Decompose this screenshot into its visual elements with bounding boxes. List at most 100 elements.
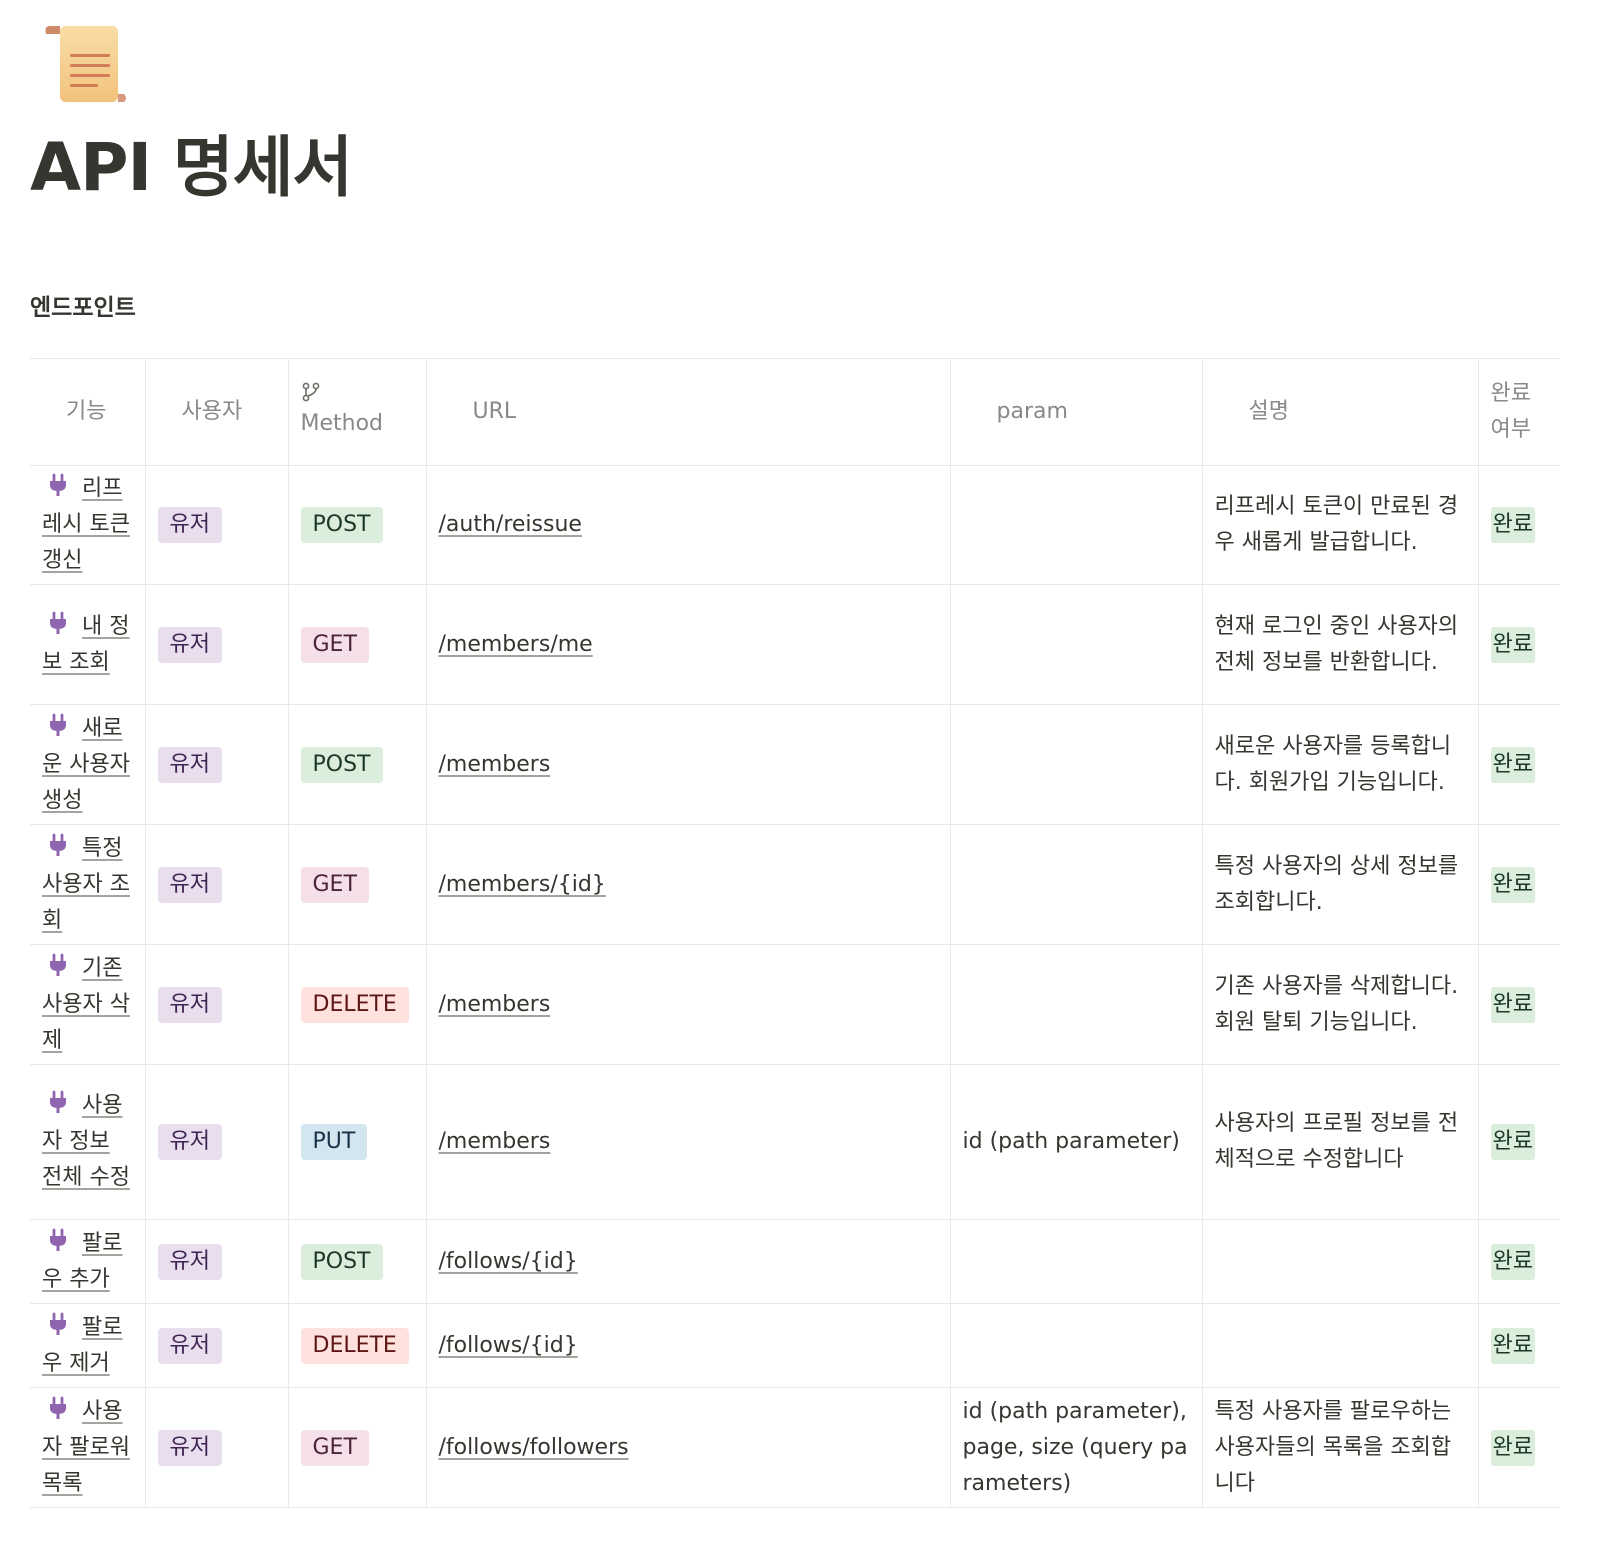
url-cell[interactable]: /members [425,704,951,825]
description-cell[interactable]: 기존 사용자를 삭제합니다. 회원 탈퇴 기능입니다. [1201,944,1479,1065]
done-cell[interactable]: 완료 [1477,1303,1560,1388]
user-cell[interactable]: 유저 [144,1303,289,1388]
param-cell[interactable] [949,584,1203,705]
url-link[interactable]: /members [439,752,551,777]
column-header-user[interactable]: 사용자 [144,358,289,466]
description-cell[interactable] [1201,1303,1479,1388]
column-header-done[interactable]: 완료 여부 [1477,358,1560,466]
column-header-url[interactable]: URL [425,358,951,466]
url-link[interactable]: /members/me [439,632,593,657]
feature-cell[interactable]: 리프레시 토큰 갱신 [30,465,146,585]
method-cell[interactable]: DELETE [287,944,427,1065]
url-cell[interactable]: /follows/{id} [425,1219,951,1304]
section-heading: 엔드포인트 [30,295,136,321]
param-cell[interactable]: id (path parameter) [949,1064,1203,1220]
feature-cell[interactable]: 내 정보 조회 [30,584,146,705]
param-cell[interactable] [949,704,1203,825]
param-cell[interactable] [949,824,1203,945]
select-icon [158,405,172,419]
table-row[interactable]: 내 정보 조회 유저 GET/members/me 현재 로그인 중인 사용자의 전체… [30,584,1560,705]
method-cell[interactable]: POST [287,465,427,585]
url-link[interactable]: /follows/{id} [439,1333,578,1358]
table-row[interactable]: 새로운 사용자 생성 유저 POST/members 새로운 사용자를 등록합니다. … [30,704,1560,825]
column-header-feature[interactable]: 기능 [30,358,146,466]
feature-cell[interactable]: 팔로우 추가 [30,1219,146,1304]
done-cell[interactable]: 완료 [1477,1064,1560,1220]
user-tag: 유저 [157,1243,222,1280]
description-cell[interactable]: 리프레시 토큰이 만료된 경우 새롭게 발급합니다. [1201,465,1479,585]
user-cell[interactable]: 유저 [144,1064,289,1220]
table-row[interactable]: 팔로우 제거 유저 DELETE/follows/{id} 완료 [30,1303,1560,1388]
url-link[interactable]: /auth/reissue [439,512,582,537]
done-tag: 완료 [1490,1327,1535,1364]
table-row[interactable]: 리프레시 토큰 갱신 유저 POST/auth/reissue 리프레시 토큰이 만료… [30,465,1560,585]
method-cell[interactable]: POST [287,1219,427,1304]
feature-cell[interactable]: 사용자 팔로워 목록 [30,1387,146,1508]
done-cell[interactable]: 완료 [1477,824,1560,945]
text-icon [42,405,56,419]
done-tag: 완료 [1490,1429,1535,1466]
url-cell[interactable]: /members [425,1064,951,1220]
table-row[interactable]: 사용자 정보 전체 수정 유저 PUT/members id (path parame… [30,1064,1560,1220]
param-cell[interactable] [949,944,1203,1065]
url-link[interactable]: /follows/followers [439,1435,629,1460]
user-tag: 유저 [157,507,222,543]
method-cell[interactable]: GET [287,584,427,705]
description-cell[interactable]: 현재 로그인 중인 사용자의 전체 정보를 반환합니다. [1201,584,1479,705]
table-row[interactable]: 사용자 팔로워 목록 유저 GET/follows/followers id (pat… [30,1387,1560,1508]
page-title[interactable]: API 명세서 [30,120,353,216]
user-cell[interactable]: 유저 [144,944,289,1065]
user-cell[interactable]: 유저 [144,1387,289,1508]
url-link[interactable]: /follows/{id} [439,1249,578,1274]
scroll-icon[interactable] [44,22,130,108]
param-cell[interactable]: id (path parameter), page, size (query p… [949,1387,1203,1508]
method-cell[interactable]: PUT [287,1064,427,1220]
done-cell[interactable]: 완료 [1477,465,1560,585]
user-cell[interactable]: 유저 [144,465,289,585]
param-cell[interactable] [949,1219,1203,1304]
column-header-description[interactable]: 설명 [1201,358,1479,466]
description-cell[interactable]: 특정 사용자의 상세 정보를 조회합니다. [1201,824,1479,945]
method-cell[interactable]: POST [287,704,427,825]
method-cell[interactable]: GET [287,824,427,945]
text-icon [963,405,987,419]
url-cell[interactable]: /members/me [425,584,951,705]
column-header-method[interactable]: Method [287,358,427,466]
done-cell[interactable]: 완료 [1477,944,1560,1065]
done-cell[interactable]: 완료 [1477,1387,1560,1508]
feature-cell[interactable]: 팔로우 제거 [30,1303,146,1388]
feature-cell[interactable]: 특정 사용자 조회 [30,824,146,945]
table-row[interactable]: 기존 사용자 삭제 유저 DELETE/members 기존 사용자를 삭제합니다. … [30,944,1560,1065]
url-cell[interactable]: /members [425,944,951,1065]
url-cell[interactable]: /follows/followers [425,1387,951,1508]
url-link[interactable]: /members [439,1129,551,1154]
url-link[interactable]: /members [439,992,551,1017]
method-cell[interactable]: DELETE [287,1303,427,1388]
description-cell[interactable] [1201,1219,1479,1304]
url-link[interactable]: /members/{id} [439,872,606,897]
description-cell[interactable]: 특정 사용자를 팔로우하는 사용자들의 목록을 조회합니다 [1201,1387,1479,1508]
done-cell[interactable]: 완료 [1477,584,1560,705]
done-cell[interactable]: 완료 [1477,704,1560,825]
feature-cell[interactable]: 새로운 사용자 생성 [30,704,146,825]
feature-cell[interactable]: 기존 사용자 삭제 [30,944,146,1065]
user-cell[interactable]: 유저 [144,704,289,825]
url-cell[interactable]: /follows/{id} [425,1303,951,1388]
column-header-param[interactable]: param [949,358,1203,466]
done-cell[interactable]: 완료 [1477,1219,1560,1304]
electric-plug-icon [46,713,70,737]
param-cell[interactable] [949,1303,1203,1388]
table-row[interactable]: 팔로우 추가 유저 POST/follows/{id} 완료 [30,1219,1560,1304]
feature-cell[interactable]: 사용자 정보 전체 수정 [30,1064,146,1220]
table-row[interactable]: 특정 사용자 조회 유저 GET/members/{id} 특정 사용자의 상세 정보… [30,824,1560,945]
user-cell[interactable]: 유저 [144,1219,289,1304]
description-cell[interactable]: 사용자의 프로필 정보를 전체적으로 수정합니다 [1201,1064,1479,1220]
method-cell[interactable]: GET [287,1387,427,1508]
user-cell[interactable]: 유저 [144,824,289,945]
url-cell[interactable]: /auth/reissue [425,465,951,585]
param-cell[interactable] [949,465,1203,585]
url-cell[interactable]: /members/{id} [425,824,951,945]
electric-plug-icon [46,1090,70,1114]
description-cell[interactable]: 새로운 사용자를 등록합니다. 회원가입 기능입니다. [1201,704,1479,825]
user-cell[interactable]: 유저 [144,584,289,705]
